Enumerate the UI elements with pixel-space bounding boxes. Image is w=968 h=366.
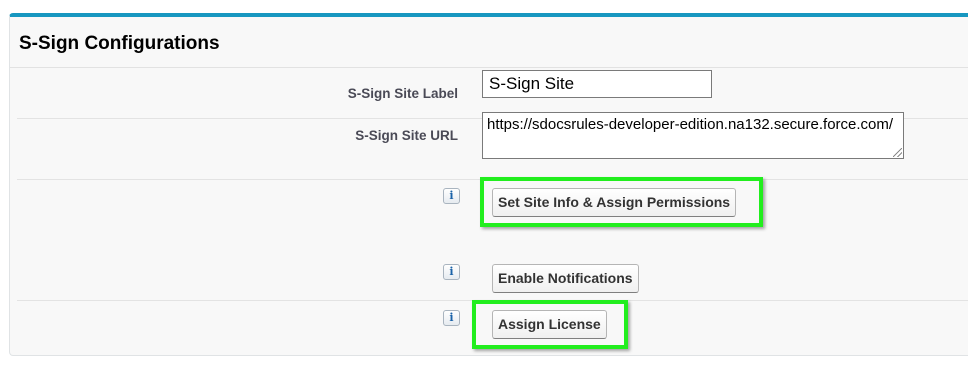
- panel-title: S-Sign Configurations: [19, 33, 220, 54]
- site-url-field-label: S-Sign Site URL: [355, 128, 458, 143]
- set-site-info-button[interactable]: Set Site Info & Assign Permissions: [492, 188, 737, 217]
- site-label-input[interactable]: [482, 70, 712, 98]
- panel-header: S-Sign Configurations: [10, 17, 968, 68]
- site-url-textarea[interactable]: https://sdocsrules-developer-edition.na1…: [482, 112, 904, 159]
- enable-notifications-button[interactable]: Enable Notifications: [492, 264, 639, 293]
- info-icon[interactable]: i: [443, 188, 460, 204]
- assign-license-button[interactable]: Assign License: [492, 310, 607, 339]
- info-icon[interactable]: i: [443, 310, 460, 326]
- textarea-resize-handle[interactable]: [893, 148, 902, 157]
- site-label-field-label: S-Sign Site Label: [347, 86, 458, 101]
- info-icon[interactable]: i: [443, 264, 460, 280]
